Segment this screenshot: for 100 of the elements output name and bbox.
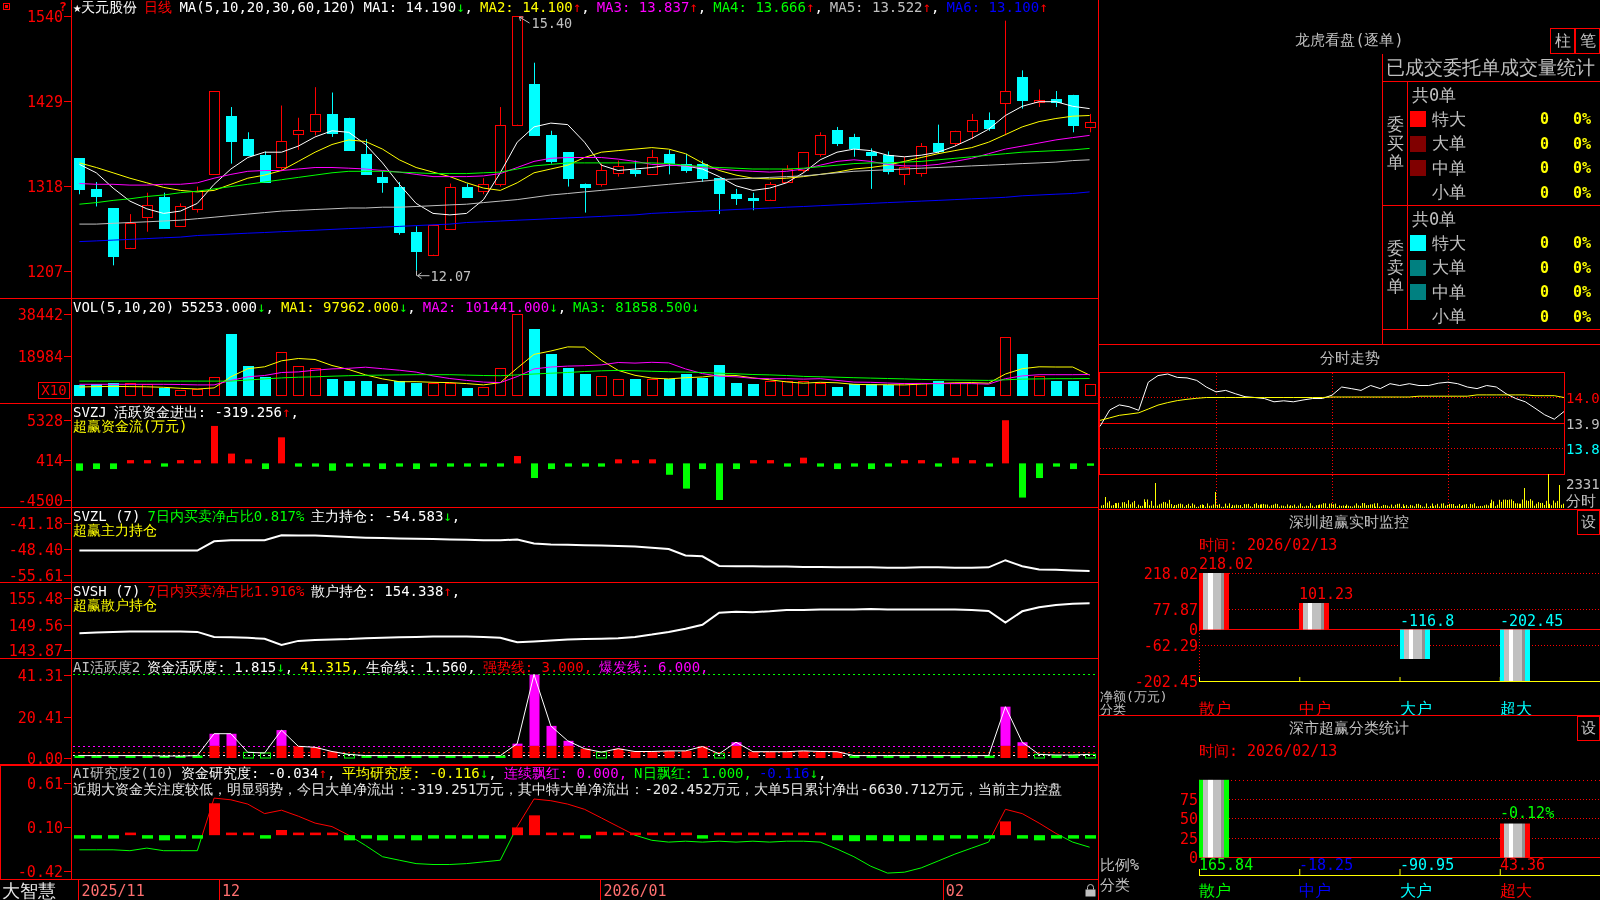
group-total: 共0单 — [1411, 84, 1457, 107]
indicator-title: 超赢散户持仓 — [73, 598, 157, 613]
order-size-label: 中单 — [1432, 280, 1466, 304]
legend-item: MA1: 97962.000↓, — [280, 300, 416, 315]
amount-label: 165.84 — [1199, 856, 1254, 874]
analysis-note: 近期大资金关注度较低，明显弱势，今日大单净流出：-319.251万元，其中特大单净流出：-202.452万元，大单5日累计净出-6630.712万元，当前主力控盘 — [73, 782, 1063, 797]
order-percent: 0% — [1573, 159, 1592, 178]
legend-item: 生命线: 1.560, — [366, 660, 476, 675]
axis-label: 0.61 — [26, 774, 63, 793]
legend-item: 7日内买卖净占比0.817% — [147, 509, 305, 524]
axis-title: 分类 — [1100, 702, 1126, 715]
indicator-name: AI研究度2(10) — [73, 766, 174, 781]
axis-label: -4500 — [17, 491, 63, 508]
price-annotation: 15.40 — [519, 15, 573, 32]
axis-label: 143.87 — [8, 641, 63, 659]
legend-item: 散户持仓: 154.338↑, — [311, 584, 461, 599]
table-title: 已成交委托单成交量统计 — [1383, 54, 1600, 82]
annotation: 12.07 — [430, 267, 472, 284]
axis-label: 1207 — [26, 262, 63, 281]
bar-value-label: 218.02 — [1199, 556, 1254, 573]
order-count: 0 — [1539, 134, 1550, 153]
axis-label: -41.18 — [8, 514, 63, 533]
legend-item: 平均研究度: -0.116↓, — [342, 766, 497, 781]
legend-item: 活跃资金进出: -319.256↑, — [113, 405, 299, 420]
legend-item: 爆发线: 6.000, — [599, 660, 709, 675]
axis-label: -0.42 — [17, 862, 63, 881]
legend-item: MA(5,10,20,30,60,120) — [179, 0, 357, 15]
legend-item: 主力持仓: -54.583↓, — [311, 509, 461, 524]
unit-badge: X10 — [38, 382, 70, 399]
axis-label: 14.0 — [1566, 389, 1600, 406]
annotation: 15.40 — [531, 15, 573, 32]
order-count: 0 — [1539, 258, 1550, 277]
axis-title: 净额(万元) — [1100, 689, 1168, 704]
timestamp-label: 时间: 2026/02/13 — [1198, 741, 1339, 762]
bar-value-label: -116.8 — [1400, 611, 1455, 630]
axis-label: 2331 — [1566, 476, 1600, 492]
legend-item: MA4: 13.666↑, — [713, 0, 823, 15]
legend-item: 资金研究度: -0.034↑, — [181, 766, 336, 781]
legend-item: MA1: 14.190↓, — [363, 0, 474, 15]
order-percent: 0% — [1573, 134, 1592, 153]
axis-label: 218.02 — [1143, 564, 1198, 583]
group-label: 委买单 — [1386, 115, 1404, 172]
order-size-label: 特大 — [1432, 107, 1466, 131]
price-annotation: 12.07 — [416, 267, 472, 284]
brand-label: 大智慧 — [2, 880, 56, 900]
bar-value-label: 101.23 — [1299, 585, 1354, 603]
bar-annotation: -0.12% — [1500, 803, 1555, 822]
order-count: 0 — [1539, 283, 1550, 302]
indicator-name: AI活跃度2 — [73, 660, 141, 675]
axis-label: 13.8 — [1566, 440, 1600, 457]
order-percent: 0% — [1573, 234, 1592, 253]
date-label: 02 — [945, 882, 964, 900]
axis-label: 0 — [1188, 620, 1198, 639]
order-size-label: 小单 — [1432, 305, 1466, 329]
date-label: 2026/01 — [603, 882, 667, 900]
legend-item: ★天元股份 — [73, 0, 138, 15]
bar-value-label: -202.45 — [1500, 611, 1564, 630]
axis-label: 18984 — [17, 347, 63, 366]
axis-label: 1540 — [26, 7, 63, 26]
timestamp-label: 时间: 2026/02/13 — [1198, 535, 1339, 556]
axis-label: 13.9 — [1566, 415, 1600, 432]
legend-item: MA6: 13.100↑ — [946, 0, 1048, 15]
legend-item: N日飘红: 1.000, — [634, 766, 752, 781]
order-count: 0 — [1539, 183, 1550, 202]
axis-label: 1429 — [26, 92, 63, 111]
indicator-title: 超赢资金流(万元) — [73, 419, 188, 434]
axis-label: 38442 — [17, 305, 63, 324]
order-percent: 0% — [1573, 307, 1592, 326]
legend-item: 强势线: 3.000, — [482, 660, 593, 675]
legend-item: MA2: 101441.000↓, — [422, 300, 567, 315]
legend-item: 7日内买卖净占比1.916% — [147, 584, 305, 599]
order-count: 0 — [1539, 159, 1550, 178]
order-size-label: 小单 — [1432, 181, 1466, 205]
indicator-name: SVZL (7) — [73, 509, 141, 524]
axis-label: 77.87 — [1152, 600, 1198, 619]
axis-label: 20.41 — [17, 708, 63, 727]
order-percent: 0% — [1573, 258, 1592, 277]
indicator-title: 超赢主力持仓 — [73, 523, 157, 538]
order-count: 0 — [1539, 234, 1550, 253]
legend-item: 55253.000↓, — [181, 300, 274, 315]
group-total: 共0单 — [1411, 208, 1457, 231]
category-label: 超大 — [1500, 881, 1532, 900]
axis-title: 分类 — [1100, 876, 1130, 894]
axis-label: 75 — [1179, 790, 1198, 809]
axis-title: 比例% — [1100, 856, 1140, 874]
indicator-name: VOL(5,10,20) — [73, 300, 175, 315]
axis-label: 0.10 — [26, 818, 63, 837]
axis-label: 414 — [35, 451, 63, 470]
axis-label: 155.48 — [8, 589, 63, 608]
order-count: 0 — [1539, 307, 1550, 326]
legend-item: -0.116↓, — [758, 766, 827, 781]
order-count: 0 — [1539, 110, 1550, 129]
group-label: 委卖单 — [1386, 239, 1404, 296]
order-percent: 0% — [1573, 183, 1592, 202]
order-size-label: 特大 — [1432, 231, 1466, 255]
panel-title: 深市超赢分类统计 — [1288, 718, 1410, 739]
date-label: 12 — [221, 882, 240, 900]
indicator-name: SVZJ — [73, 405, 107, 420]
indicator-name: SVSH (7) — [73, 584, 141, 599]
axis-label: 1318 — [26, 177, 63, 196]
